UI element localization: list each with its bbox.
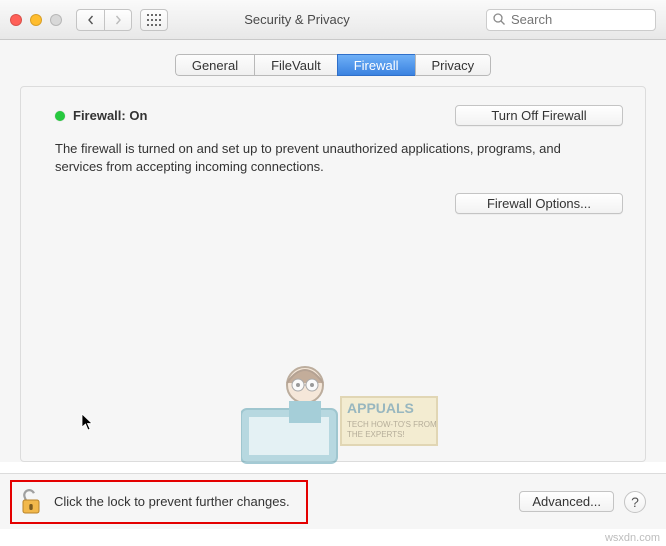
turn-off-firewall-button[interactable]: Turn Off Firewall (455, 105, 623, 126)
watermark-domain: wsxdn.com (605, 532, 660, 544)
window-toolbar: Security & Privacy (0, 0, 666, 40)
firewall-options-row: Firewall Options... (55, 193, 623, 214)
traffic-lights (10, 14, 62, 26)
search-input[interactable] (486, 9, 656, 31)
tab-general[interactable]: General (175, 54, 254, 76)
tab-filevault[interactable]: FileVault (254, 54, 337, 76)
firewall-status-row: Firewall: On Turn Off Firewall (55, 105, 623, 126)
watermark-logo: APPUALS TECH HOW-TO'S FROM THE EXPERTS! (241, 349, 441, 469)
firewall-description: The firewall is turned on and set up to … (55, 140, 623, 175)
firewall-panel: Firewall: On Turn Off Firewall The firew… (20, 86, 646, 462)
lock-area-highlight: Click the lock to prevent further change… (10, 480, 308, 524)
window-title: Security & Privacy (116, 12, 478, 27)
chevron-left-icon (86, 15, 96, 25)
watermark-brand-text: APPUALS (347, 400, 414, 416)
advanced-button[interactable]: Advanced... (519, 491, 614, 512)
mouse-cursor-icon (81, 413, 95, 431)
back-button[interactable] (76, 9, 104, 31)
minimize-window-button[interactable] (30, 14, 42, 26)
firewall-status: Firewall: On (55, 108, 147, 123)
close-window-button[interactable] (10, 14, 22, 26)
lock-open-icon[interactable] (20, 488, 42, 516)
status-on-icon (55, 111, 65, 121)
watermark-tagline-2: THE EXPERTS! (347, 430, 405, 439)
tab-firewall[interactable]: Firewall (337, 54, 415, 76)
search-icon (492, 12, 506, 26)
tabs-row: General FileVault Firewall Privacy (0, 40, 666, 76)
search-field-container (486, 9, 656, 31)
firewall-options-button[interactable]: Firewall Options... (455, 193, 623, 214)
lock-message: Click the lock to prevent further change… (54, 494, 290, 509)
firewall-status-label: Firewall: On (73, 108, 147, 123)
watermark-tagline-1: TECH HOW-TO'S FROM (347, 420, 437, 429)
tab-privacy[interactable]: Privacy (415, 54, 492, 76)
help-button[interactable]: ? (624, 491, 646, 513)
content-area: Firewall: On Turn Off Firewall The firew… (0, 76, 666, 462)
zoom-window-button (50, 14, 62, 26)
tab-group: General FileVault Firewall Privacy (175, 54, 491, 76)
bottom-bar: Click the lock to prevent further change… (0, 473, 666, 529)
